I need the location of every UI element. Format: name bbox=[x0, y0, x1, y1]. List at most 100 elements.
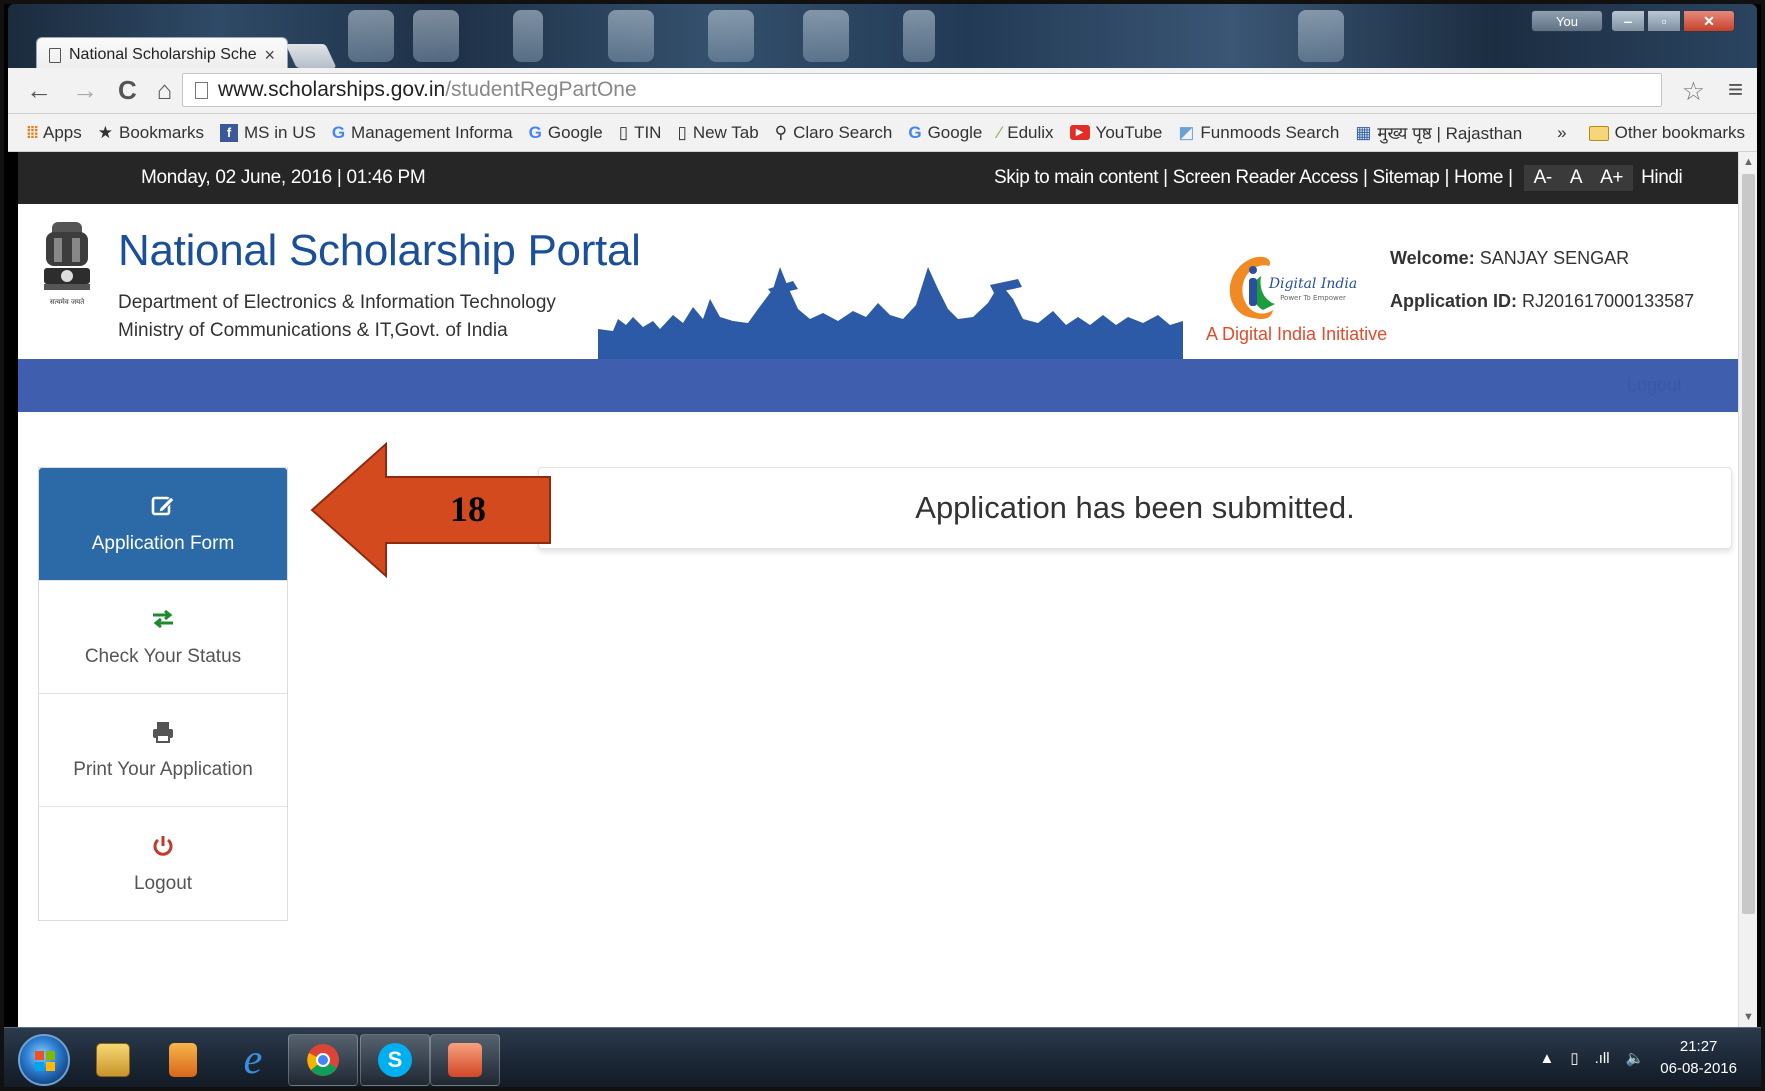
back-icon[interactable]: ← bbox=[26, 75, 52, 106]
search-icon: ⚲ bbox=[774, 122, 788, 142]
sidebar-item-check-status[interactable]: Check Your Status bbox=[39, 581, 287, 694]
print-icon bbox=[150, 719, 176, 745]
bookmark-label: Claro Search bbox=[793, 122, 893, 142]
bookmark-new-tab[interactable]: ▯ New Tab bbox=[677, 123, 758, 143]
url-host: www.scholarships.gov.in bbox=[218, 78, 446, 101]
scroll-up-icon[interactable]: ▲ bbox=[1743, 156, 1754, 168]
navigation-band: Logout bbox=[18, 359, 1738, 412]
bookmark-label: New Tab bbox=[692, 122, 759, 142]
bookmark-tin[interactable]: ▯ TIN bbox=[619, 123, 662, 143]
bookmark-rajasthan[interactable]: ▦ मुख्य पृष्ठ | Rajasthan bbox=[1355, 121, 1522, 144]
taskbar-skype[interactable]: S bbox=[360, 1034, 430, 1086]
scroll-down-icon[interactable]: ▼ bbox=[1743, 1011, 1754, 1023]
home-icon[interactable]: ⌂ bbox=[157, 75, 173, 106]
taskbar-explorer[interactable] bbox=[78, 1034, 148, 1086]
submission-message: Application has been submitted. bbox=[538, 467, 1732, 549]
start-button[interactable] bbox=[18, 1034, 70, 1086]
digital-india-tagline: Power To Empower bbox=[1280, 294, 1346, 302]
bookmark-google-2[interactable]: G Google bbox=[908, 123, 982, 143]
student-sidebar: Application Form Check Your Status Print… bbox=[38, 467, 288, 921]
separator: | bbox=[1163, 167, 1168, 188]
screen-reader-link[interactable]: Screen Reader Access bbox=[1173, 167, 1359, 189]
application-id-label: Application ID: bbox=[1390, 291, 1517, 311]
page-scrollbar[interactable]: ▲ ▼ bbox=[1738, 152, 1757, 1027]
taskbar-powerpoint[interactable] bbox=[430, 1034, 500, 1086]
scrollbar-thumb[interactable] bbox=[1742, 174, 1755, 914]
youtube-icon: ▶ bbox=[1069, 125, 1090, 140]
bookmarks-right: » Other bookmarks bbox=[1557, 114, 1745, 152]
desktop-blur-shape bbox=[413, 10, 459, 62]
top-utility-bar: Monday, 02 June, 2016 | 01:46 PM Skip to… bbox=[18, 152, 1738, 204]
bookmark-apps[interactable]: ⁞⁞⁞ Apps bbox=[26, 123, 82, 143]
google-icon: G bbox=[331, 122, 346, 142]
new-tab-button[interactable] bbox=[285, 44, 337, 68]
url-path: /studentRegPartOne bbox=[445, 78, 637, 101]
font-decrease-button[interactable]: A- bbox=[1534, 167, 1553, 189]
bookmark-youtube[interactable]: ▶ YouTube bbox=[1069, 122, 1163, 143]
tab-title: National Scholarship Sche bbox=[69, 46, 257, 63]
skip-to-content-link[interactable]: Skip to main content bbox=[994, 167, 1159, 189]
minimize-button[interactable]: ‒ bbox=[1611, 10, 1645, 32]
system-clock[interactable]: 21:27 06-08-2016 bbox=[1660, 1036, 1737, 1080]
menu-icon[interactable]: ≡ bbox=[1728, 74, 1743, 105]
tab-close-icon[interactable]: × bbox=[264, 45, 275, 66]
font-increase-button[interactable]: A+ bbox=[1600, 167, 1623, 189]
bookmark-label: Funmoods Search bbox=[1200, 122, 1340, 142]
sidebar-item-application-form[interactable]: Application Form bbox=[39, 468, 287, 581]
battery-icon[interactable]: ▯ bbox=[1570, 1049, 1578, 1067]
home-link[interactable]: Home bbox=[1454, 167, 1503, 189]
bookmark-label: TIN bbox=[634, 122, 662, 142]
submission-message-text: Application has been submitted. bbox=[915, 490, 1355, 525]
volume-icon[interactable]: 🔈 bbox=[1626, 1049, 1645, 1067]
bookmark-funmoods[interactable]: ◩ Funmoods Search bbox=[1178, 123, 1339, 143]
taskbar-chrome[interactable] bbox=[288, 1034, 358, 1086]
bookmark-label: मुख्य पृष्ठ | Rajasthan bbox=[1377, 124, 1523, 143]
bookmark-edulix[interactable]: ⁄ Edulix bbox=[998, 123, 1053, 143]
taskbar-media-player[interactable] bbox=[148, 1034, 218, 1086]
forward-icon[interactable]: → bbox=[72, 75, 98, 106]
sitemap-link[interactable]: Sitemap bbox=[1373, 167, 1440, 189]
welcome-label: Welcome: bbox=[1390, 248, 1475, 268]
digital-india-caption: A Digital India Initiative bbox=[1206, 324, 1388, 344]
exchange-arrows-icon bbox=[150, 606, 176, 632]
font-normal-button[interactable]: A bbox=[1570, 167, 1583, 189]
bookmark-claro-search[interactable]: ⚲ Claro Search bbox=[775, 123, 893, 143]
bookmark-star-icon[interactable]: ☆ bbox=[1682, 76, 1705, 107]
clock-date: 06-08-2016 bbox=[1660, 1060, 1737, 1077]
browser-tab[interactable]: National Scholarship Sche × bbox=[36, 37, 288, 72]
department-name: Department of Electronics & Information … bbox=[118, 292, 556, 313]
profile-label: You bbox=[1556, 13, 1578, 29]
bookmark-management[interactable]: G Management Informa bbox=[332, 123, 513, 143]
page-icon bbox=[49, 47, 61, 63]
sidebar-item-label: Application Form bbox=[91, 533, 235, 554]
hindi-link[interactable]: Hindi bbox=[1641, 167, 1683, 189]
header-logout-link[interactable]: Logout bbox=[1627, 375, 1682, 396]
reload-icon[interactable]: C bbox=[118, 75, 137, 106]
bookmark-google[interactable]: G Google bbox=[529, 123, 603, 143]
bookmark-label: Google bbox=[547, 122, 603, 142]
bookmarks-overflow-icon[interactable]: » bbox=[1557, 123, 1566, 143]
address-bar[interactable]: www.scholarships.gov.in/studentRegPartOn… bbox=[182, 73, 1662, 107]
profile-button[interactable]: You bbox=[1531, 10, 1603, 32]
sidebar-item-logout[interactable]: Logout bbox=[39, 807, 287, 920]
folder-icon bbox=[1588, 125, 1609, 141]
close-window-button[interactable]: ✕ bbox=[1683, 10, 1735, 32]
window-titlebar: National Scholarship Sche × You ‒ ▫ ✕ bbox=[8, 4, 1757, 72]
sidebar-item-print-application[interactable]: Print Your Application bbox=[39, 694, 287, 807]
folder-icon bbox=[96, 1043, 130, 1077]
font-size-controls: A- A A+ bbox=[1523, 165, 1634, 191]
bookmark-bookmarks[interactable]: ★ Bookmarks bbox=[98, 123, 204, 143]
application-id-line: Application ID: RJ201617000133587 bbox=[1390, 291, 1694, 312]
tray-expand-icon[interactable]: ▲ bbox=[1539, 1050, 1554, 1067]
user-name: SANJAY SENGAR bbox=[1479, 248, 1630, 268]
bookmark-label: Bookmarks bbox=[118, 122, 205, 142]
taskbar-internet-explorer[interactable]: e bbox=[218, 1034, 288, 1086]
page-viewport: Monday, 02 June, 2016 | 01:46 PM Skip to… bbox=[18, 152, 1738, 1027]
bookmark-ms-in-us[interactable]: f MS in US bbox=[220, 123, 316, 143]
bookmark-label: YouTube bbox=[1095, 122, 1163, 142]
bookmark-label: MS in US bbox=[244, 122, 316, 142]
network-signal-icon[interactable]: .ıll bbox=[1595, 1050, 1610, 1067]
maximize-button[interactable]: ▫ bbox=[1647, 10, 1681, 32]
digital-india-logo: Digital India Power To Empower bbox=[1229, 256, 1357, 320]
other-bookmarks-folder[interactable]: Other bookmarks bbox=[1588, 123, 1745, 143]
